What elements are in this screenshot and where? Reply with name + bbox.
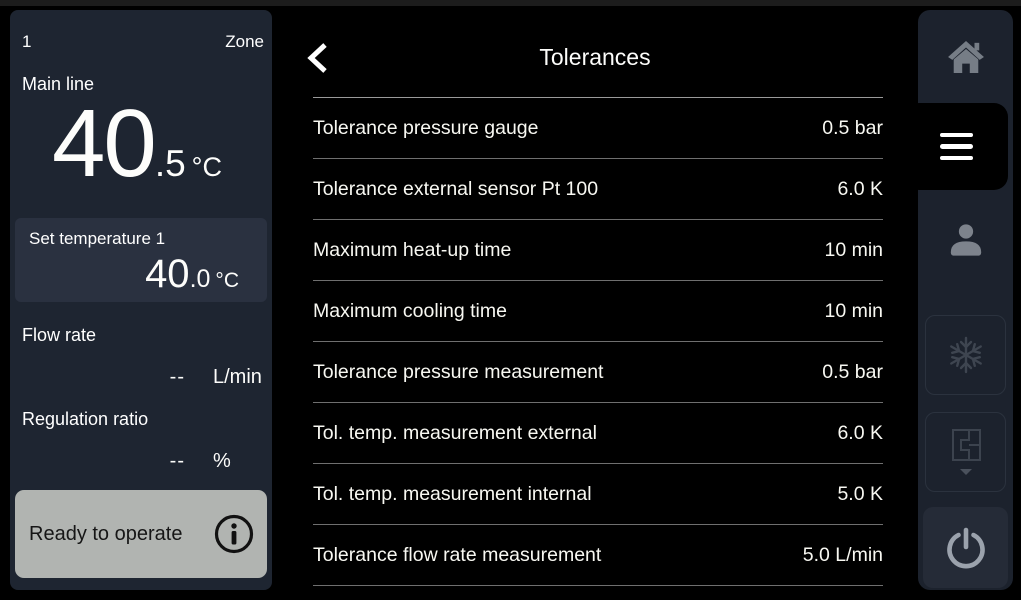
sidebar-nav bbox=[918, 10, 1013, 590]
user-icon bbox=[947, 221, 985, 259]
row-value: 10 min bbox=[824, 300, 883, 323]
home-icon bbox=[947, 40, 985, 74]
row-label: Maximum cooling time bbox=[313, 300, 507, 323]
row-label: Tol. temp. measurement external bbox=[313, 422, 597, 445]
window-top-edge bbox=[0, 0, 1021, 6]
row-value: 6.0 K bbox=[837, 178, 883, 201]
main-temp-unit: °C bbox=[192, 152, 222, 182]
sidebar-item-menu[interactable] bbox=[905, 103, 1008, 190]
regulation-ratio-value: -- bbox=[170, 450, 185, 473]
list-item[interactable]: Tol. temp. measurement external 6.0 K bbox=[313, 403, 883, 464]
list-item[interactable]: Maximum cooling time 10 min bbox=[313, 281, 883, 342]
flow-rate-value: -- bbox=[170, 366, 185, 389]
sidebar-item-cooling[interactable] bbox=[925, 315, 1006, 395]
sidebar-item-power[interactable] bbox=[923, 507, 1008, 588]
sidebar-item-user[interactable] bbox=[918, 190, 1013, 290]
set-temp-decimal: .0 bbox=[190, 265, 211, 293]
zone-header: 1 Zone bbox=[22, 32, 264, 52]
list-item[interactable]: Tol. temp. measurement internal 5.0 K bbox=[313, 464, 883, 525]
flow-rate-unit: L/min bbox=[213, 366, 262, 389]
tolerance-list: Tolerance pressure gauge 0.5 bar Toleran… bbox=[313, 97, 883, 586]
list-item[interactable]: Tolerance pressure measurement 0.5 bar bbox=[313, 342, 883, 403]
info-icon[interactable] bbox=[213, 513, 255, 555]
regulation-ratio-label: Regulation ratio bbox=[22, 409, 148, 430]
set-temperature-card[interactable]: Set temperature 1 40.0°C bbox=[15, 218, 267, 302]
power-icon bbox=[944, 526, 988, 570]
row-value: 0.5 bar bbox=[822, 117, 883, 140]
status-button[interactable]: Ready to operate bbox=[15, 490, 267, 578]
set-temperature-value: 40.0°C bbox=[145, 254, 239, 294]
flow-rate-label: Flow rate bbox=[22, 325, 96, 346]
row-value: 0.5 bar bbox=[822, 361, 883, 384]
set-temp-unit: °C bbox=[215, 269, 239, 292]
row-label: Tolerance external sensor Pt 100 bbox=[313, 178, 598, 201]
flow-rate-value-row: -- L/min bbox=[10, 366, 272, 392]
snowflake-icon bbox=[946, 335, 986, 375]
row-value: 6.0 K bbox=[837, 422, 883, 445]
main-temp-integer: 40 bbox=[52, 90, 155, 197]
row-label: Maximum heat-up time bbox=[313, 239, 511, 262]
set-temp-integer: 40 bbox=[145, 252, 190, 296]
zone-label: Zone bbox=[225, 32, 264, 52]
zone-panel[interactable]: 1 Zone Main line 40.5°C Set temperature … bbox=[10, 10, 272, 590]
main-temp-decimal: .5 bbox=[155, 143, 186, 184]
list-item[interactable]: Maximum heat-up time 10 min bbox=[313, 220, 883, 281]
row-label: Tolerance flow rate measurement bbox=[313, 544, 601, 567]
zone-number: 1 bbox=[22, 32, 31, 52]
page-title: Tolerances bbox=[290, 44, 900, 71]
row-value: 5.0 K bbox=[837, 483, 883, 506]
row-label: Tolerance pressure gauge bbox=[313, 117, 538, 140]
regulation-ratio-unit: % bbox=[213, 450, 231, 473]
row-label: Tolerance pressure measurement bbox=[313, 361, 603, 384]
list-item[interactable]: Tolerance pressure gauge 0.5 bar bbox=[313, 98, 883, 159]
status-label: Ready to operate bbox=[29, 523, 182, 546]
list-item[interactable]: Tolerance flow rate measurement 5.0 L/mi… bbox=[313, 525, 883, 586]
sidebar-item-home[interactable] bbox=[918, 10, 1013, 103]
row-label: Tol. temp. measurement internal bbox=[313, 483, 592, 506]
regulation-ratio-value-row: -- % bbox=[10, 450, 272, 476]
menu-icon bbox=[940, 133, 973, 138]
list-item[interactable]: Tolerance external sensor Pt 100 6.0 K bbox=[313, 159, 883, 220]
row-value: 5.0 L/min bbox=[803, 544, 883, 567]
row-value: 10 min bbox=[824, 239, 883, 262]
set-temperature-label: Set temperature 1 bbox=[29, 229, 165, 249]
hmi-screen: 1 Zone Main line 40.5°C Set temperature … bbox=[0, 0, 1021, 600]
main-temperature-display: 40.5°C bbox=[10, 96, 264, 192]
mold-icon bbox=[945, 425, 987, 479]
sidebar-item-mold[interactable] bbox=[925, 412, 1006, 492]
